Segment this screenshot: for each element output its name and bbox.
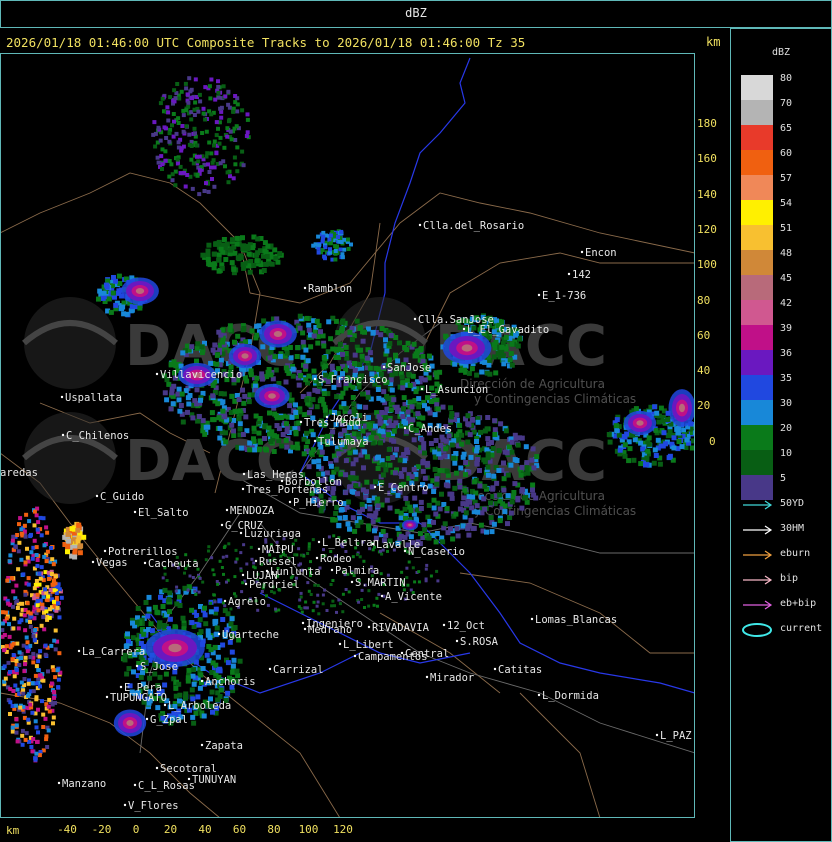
legend-label-5: 5: [780, 473, 787, 484]
track-arrow-icon: [743, 550, 773, 560]
legend-track-eb+bip: [741, 597, 775, 611]
x-tick-label: 20: [163, 823, 178, 836]
unit-label-bottom: km: [6, 824, 20, 837]
legend-track-30HM: [741, 522, 775, 536]
x-tick-label: 40: [198, 823, 212, 836]
legend-label-70: 70: [780, 98, 793, 109]
legend-swatch-70: [741, 100, 773, 125]
legend-label-36: 36: [780, 348, 793, 359]
legend-track-label-eb+bip: eb+bip: [780, 598, 817, 609]
legend-swatch-39: [741, 325, 773, 350]
product-label: dBZ: [405, 6, 427, 20]
y-tick-label: 0: [709, 434, 716, 448]
legend-track-50YD: [741, 497, 775, 511]
legend-swatch-35: [741, 375, 773, 400]
legend-swatch-57: [741, 175, 773, 200]
x-tick-label: 60: [232, 823, 247, 836]
legend-swatch-20: [741, 425, 773, 450]
y-tick-label: 20: [697, 399, 711, 413]
unit-label-top: km: [706, 35, 721, 49]
legend-label-80: 80: [780, 73, 793, 84]
x-tick-label: -40: [57, 823, 77, 836]
legend-swatch-65: [741, 125, 773, 150]
track-arrow-icon: [743, 500, 773, 510]
y-tick-label: 180: [697, 117, 717, 130]
legend-label-57: 57: [780, 173, 793, 184]
legend-label-48: 48: [780, 248, 793, 259]
legend-label-45: 45: [780, 273, 793, 284]
legend-swatch-60: [741, 150, 773, 175]
legend-label-30: 30: [780, 398, 793, 409]
legend-track-label-30HM: 30HM: [780, 523, 805, 534]
legend-track-label-current: current: [780, 623, 823, 634]
legend-swatch-54: [741, 200, 773, 225]
x-tick-label: 0: [132, 823, 140, 836]
legend-label-39: 39: [780, 323, 793, 334]
y-tick-label: 40: [697, 364, 711, 378]
legend-label-51: 51: [780, 223, 793, 234]
map-frame: [0, 53, 695, 818]
legend-label-60: 60: [780, 148, 793, 159]
x-tick-label: 120: [333, 823, 353, 836]
legend-track-current: [741, 622, 775, 637]
legend-swatch-36: [741, 350, 773, 375]
x-tick-label: 100: [298, 823, 319, 836]
legend-label-20: 20: [780, 423, 793, 434]
legend-label-65: 65: [780, 123, 793, 134]
track-arrow-icon: [743, 575, 773, 585]
legend-swatch-30: [741, 400, 773, 425]
legend-track-bip: [741, 572, 775, 586]
legend-swatch-10: [741, 450, 773, 475]
legend-track-label-50YD: 50YD: [780, 498, 805, 509]
y-tick-label: 80: [697, 293, 711, 307]
legend-swatch-51: [741, 225, 773, 250]
legend-swatch-80: [741, 75, 773, 100]
y-tick-label: 160: [697, 152, 717, 166]
y-tick-label: 60: [697, 328, 711, 342]
composite-title: 2026/01/18 01:46:00 UTC Composite Tracks…: [6, 35, 526, 50]
y-tick-label: 120: [697, 222, 717, 236]
legend-swatch-48: [741, 250, 773, 275]
legend-label-54: 54: [780, 198, 793, 209]
current-ellipse-icon: [742, 623, 772, 637]
x-tick-label: 80: [267, 823, 281, 836]
track-arrow-icon: [743, 525, 773, 535]
legend-track-label-eburn: eburn: [780, 548, 811, 559]
y-tick-label: 140: [697, 187, 717, 201]
legend-label-10: 10: [780, 448, 793, 459]
legend-swatch-45: [741, 275, 773, 300]
legend-track-label-bip: bip: [780, 573, 799, 584]
legend-label-42: 42: [780, 298, 793, 309]
track-arrow-icon: [743, 600, 773, 610]
x-tick-label: -20: [91, 823, 112, 836]
y-tick-label: 100: [697, 258, 717, 272]
legend-title: dBZ: [772, 47, 791, 58]
legend-label-35: 35: [780, 373, 793, 384]
legend-swatch-42: [741, 300, 773, 325]
legend-track-eburn: [741, 547, 775, 561]
